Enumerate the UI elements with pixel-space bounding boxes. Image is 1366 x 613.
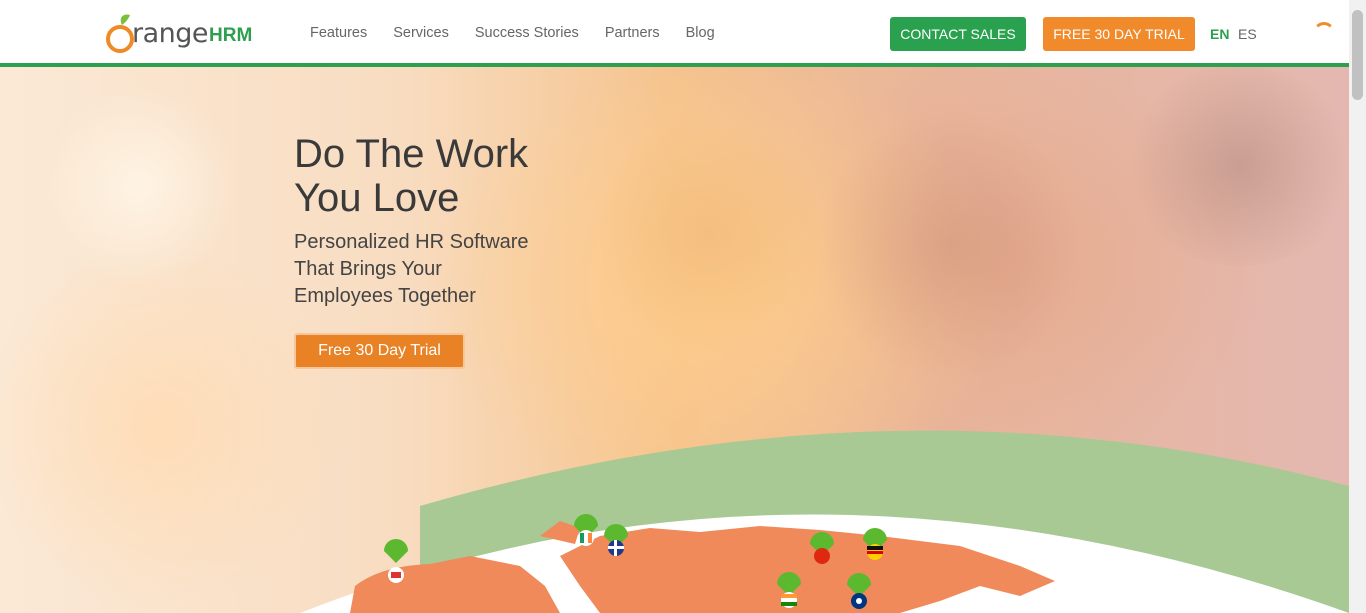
logo-hrm: HRM [209,25,253,46]
hero-section: Do The Work You Love Personalized HR Sof… [0,66,1349,613]
lang-es-link[interactable]: ES [1238,26,1257,42]
nav-success-stories[interactable]: Success Stories [475,25,579,41]
orangehrm-logo[interactable]: range HRM [104,10,274,56]
page-scrollbar[interactable] [1349,0,1366,613]
header-divider [0,63,1349,67]
nav-blog[interactable]: Blog [686,25,715,41]
loading-spinner-icon [1313,22,1335,44]
free-trial-header-button[interactable]: FREE 30 DAY TRIAL [1043,17,1195,51]
logo-text: range [132,17,209,49]
nav-features[interactable]: Features [310,25,367,41]
main-nav: Features Services Success Stories Partne… [310,0,741,66]
lang-en-link[interactable]: EN [1210,26,1229,42]
nav-partners[interactable]: Partners [605,25,660,41]
contact-sales-button[interactable]: CONTACT SALES [890,17,1026,51]
site-header: range HRM Features Services Success Stor… [0,0,1349,66]
nav-services[interactable]: Services [393,25,449,41]
scrollbar-thumb[interactable] [1352,10,1363,100]
world-map-graphic [300,430,1349,613]
